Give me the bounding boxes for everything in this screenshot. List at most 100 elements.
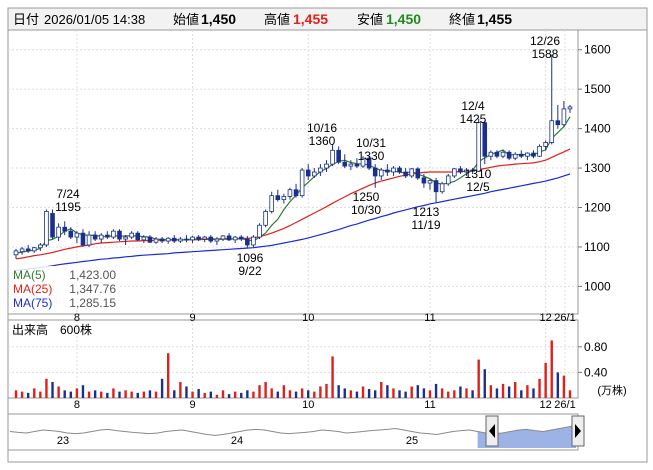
candle-body: [537, 145, 542, 157]
candle-body: [74, 232, 80, 238]
candle-body: [348, 163, 354, 167]
high-label: 高値: [264, 12, 290, 27]
volume-title: 出来高 600株: [12, 322, 92, 337]
candle-body: [153, 238, 159, 243]
candle-body: [257, 224, 262, 238]
volume-bar: [483, 369, 486, 398]
month-tick-label: 12: [540, 312, 552, 324]
candle-body: [336, 149, 341, 163]
volume-bar: [300, 388, 304, 398]
candle-body: [312, 171, 317, 177]
annotation-price: 1330: [358, 149, 385, 163]
volume-bar: [562, 375, 566, 398]
candle-body: [500, 151, 506, 157]
volume-bar: [246, 390, 249, 398]
candle: [263, 209, 268, 228]
annotation-date: 12/4: [461, 99, 485, 113]
volume-bar: [556, 372, 560, 398]
volume-bar: [203, 392, 206, 398]
annotation-date: 9/22: [238, 264, 262, 278]
candle-body: [232, 236, 238, 241]
volume-bar: [355, 391, 359, 398]
month-tick-label: 10: [302, 312, 314, 324]
annotation-date: 12/26: [530, 34, 560, 48]
price-tick-label: 1100: [584, 240, 610, 254]
volume-bar: [130, 391, 133, 398]
annotation-date: 10/31: [356, 136, 386, 150]
ma5-legend-value: 1,423.00: [69, 268, 116, 282]
annotation-price: 1310: [465, 167, 492, 181]
candle-body: [427, 180, 433, 184]
candle-body: [31, 247, 37, 252]
candle-body: [269, 195, 274, 212]
annotation-price: 1360: [309, 134, 336, 148]
volume-bar: [93, 390, 97, 398]
candle: [537, 144, 542, 158]
price-tick-label: 1600: [584, 43, 611, 57]
price-annotation: 10/161360: [307, 121, 337, 148]
volume-bar: [343, 388, 346, 398]
candle-body: [56, 226, 61, 238]
candle-body: [324, 163, 329, 169]
candle-body: [105, 234, 110, 238]
volume-bar: [514, 382, 517, 398]
volume-bar: [185, 386, 188, 398]
volume-tick-label: 0.80: [584, 340, 608, 354]
candle-body: [378, 169, 384, 177]
candle: [476, 118, 481, 172]
candle-body: [165, 237, 171, 242]
candle-body: [519, 153, 524, 157]
navigator-right-handle[interactable]: [571, 415, 585, 447]
candle-body: [397, 167, 402, 173]
candle-body: [38, 244, 43, 249]
volume-bar: [532, 388, 535, 398]
volume-bar: [118, 391, 121, 398]
candle: [257, 223, 262, 240]
candle-body: [372, 167, 378, 177]
volume-bar: [166, 353, 170, 398]
candle-body: [452, 168, 457, 177]
candle-body: [245, 238, 250, 246]
volume-bar: [361, 386, 365, 398]
navigator-year-label: 23: [57, 435, 69, 447]
volume-bar: [51, 382, 54, 398]
candle-body: [178, 238, 183, 242]
volume-bar: [544, 362, 547, 398]
candle-body: [171, 237, 177, 242]
month-tick-label: 10: [302, 399, 314, 411]
volume-bar: [422, 388, 426, 398]
navigator-left-handle[interactable]: [485, 415, 499, 447]
volume-bar: [568, 390, 572, 398]
close-value: 1,455: [477, 11, 512, 27]
candle-body: [391, 167, 396, 173]
candle-body: [80, 232, 86, 246]
price-annotation: 125010/30: [351, 190, 381, 217]
volume-bar: [233, 391, 237, 398]
volume-bar: [39, 391, 42, 398]
volume-bar: [87, 391, 91, 398]
candle-body: [184, 238, 189, 241]
volume-bar: [410, 386, 413, 398]
volume-bar: [221, 390, 225, 398]
candle-body: [214, 238, 220, 242]
candle-body: [342, 161, 348, 167]
month-tick-label: 11: [424, 312, 435, 324]
month-tick-label: 26/1: [554, 312, 575, 324]
volume-bar: [282, 385, 286, 398]
volume-bar: [349, 390, 353, 398]
candle-body: [129, 232, 134, 238]
candle: [299, 168, 305, 198]
volume-bar: [240, 392, 243, 398]
annotation-price: 1250: [353, 190, 380, 204]
price-annotation: 10969/22: [237, 251, 264, 278]
volume-bar: [57, 386, 60, 398]
candle-body: [409, 168, 415, 177]
ma75-legend-value: 1,285.15: [69, 296, 116, 310]
volume-bar: [520, 390, 523, 398]
candle-body: [543, 142, 548, 147]
date-value: 2026/01/05 14:38: [44, 12, 145, 27]
volume-bar: [124, 390, 127, 398]
volume-bar: [331, 356, 334, 398]
volume-bar: [264, 382, 267, 398]
month-tick-label: 26/1: [554, 399, 575, 411]
